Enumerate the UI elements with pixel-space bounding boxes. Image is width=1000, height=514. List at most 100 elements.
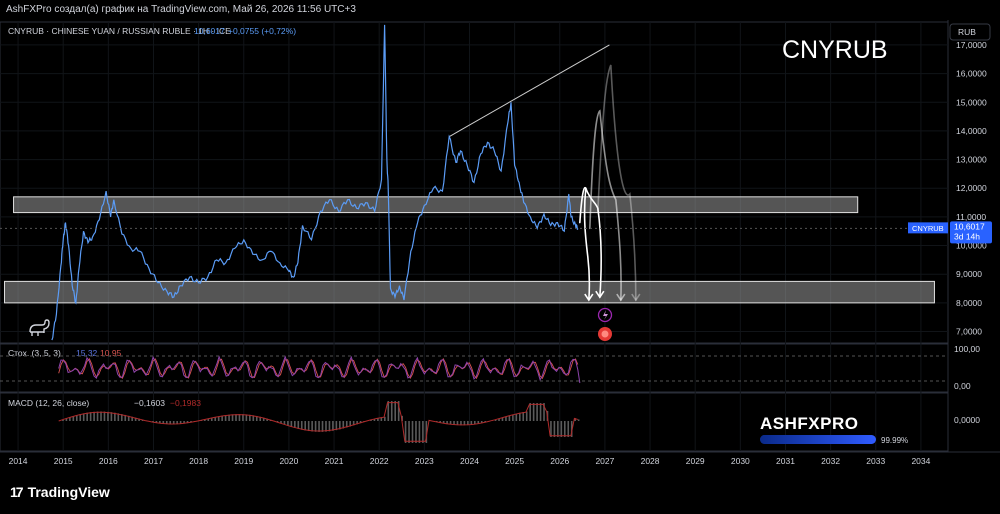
x-tick-label: 2016 [99,456,118,466]
macd-bar [408,421,410,443]
macd-bar [93,411,95,421]
macd-bar [536,403,538,421]
macd-bar [515,413,518,421]
macd-bar [318,421,320,432]
y-tick-label: 13,0000 [956,155,987,165]
macd-bar [89,412,92,421]
macd-bar [394,401,396,421]
macd-bar [311,421,313,432]
macd-bar [100,411,102,421]
y-tick-label: 9,0000 [956,269,982,279]
tradingview-logo-text: TradingView [27,484,110,500]
tradingview-mark-icon: 17 [10,484,24,500]
x-axis-ticks: 2014 2015 2016 2017 2018 2019 2020 2021 2022 2023… [9,456,931,466]
macd-bar [304,421,307,431]
price-tag-value: 10,6017 [954,221,985,231]
currency-button-label: RUB [958,27,976,37]
attribution-text: AshFXPro создал(а) график на TradingView… [6,4,356,15]
macd-label[interactable]: MACD (12, 26, close) [8,398,89,408]
lower-zone [4,280,935,304]
macd-bar [518,412,521,421]
macd-bar [96,411,99,421]
x-tick-label: 2031 [776,456,795,466]
y-tick-label: 8,0000 [956,298,982,308]
footer: 17 TradingView [0,476,1000,514]
x-tick-label: 2026 [550,456,569,466]
y-tick-label: 16,0000 [956,69,987,79]
stoch-axis-top: 100,00 [954,344,980,354]
chart-svg[interactable]: 17,0000 16,0000 15,0000 14,0000 13,0000 12,00… [0,20,1000,476]
x-tick-label: 2023 [415,456,434,466]
x-tick-label: 2033 [866,456,885,466]
lightning-event-icon[interactable] [597,307,613,323]
macd-bar [418,421,421,443]
upper-zone [13,196,859,214]
macd-bar [422,421,424,443]
x-tick-label: 2014 [9,456,28,466]
macd-bar [314,421,317,432]
macd-bar [567,421,570,437]
macd-hist-value: −0,1603 [134,398,165,408]
earnings-event-icon[interactable] [598,327,612,341]
x-tick-label: 2017 [144,456,163,466]
macd-bar [563,421,566,437]
macd-bar [79,414,82,421]
macd-signal-value: −0,1983 [170,398,201,408]
x-tick-label: 2021 [325,456,344,466]
macd-bar [390,401,393,421]
stoch-pane[interactable] [0,343,949,393]
legend-price: 10,6017 [194,26,225,36]
stoch-axis-bottom: 0,00 [954,381,971,391]
macd-bar [103,411,106,421]
y-tick-label: 12,0000 [956,183,987,193]
y-tick-label: 15,0000 [956,97,987,107]
macd-bar [522,412,525,421]
y-axis-ticks: 17,0000 16,0000 15,0000 14,0000 13,0000 12,00… [956,40,987,337]
macd-bar [553,421,556,437]
macd-axis-zero: 0,0000 [954,415,980,425]
macd-bar [86,412,88,421]
macd-bar [560,421,563,437]
y-tick-label: 14,0000 [956,126,987,136]
x-tick-label: 2022 [370,456,389,466]
macd-bar [300,421,303,430]
y-tick-label: 7,0000 [956,327,982,337]
x-tick-label: 2024 [460,456,479,466]
macd-bar [325,421,327,432]
x-tick-label: 2027 [595,456,614,466]
macd-bar [387,401,390,421]
y-tick-label: 17,0000 [956,40,987,50]
macd-bar [525,411,528,421]
x-tick-label: 2018 [189,456,208,466]
x-tick-label: 2025 [505,456,524,466]
x-tick-label: 2029 [686,456,705,466]
brand-name: ASHFXPRO [760,414,858,433]
macd-bar [415,421,417,443]
attribution-bar: AshFXPro создал(а) график на TradingView… [0,0,1000,20]
brand-progress-fill [760,435,876,444]
chart-area[interactable]: 17,0000 16,0000 15,0000 14,0000 13,0000 12,00… [0,20,1000,476]
macd-bar [411,421,414,443]
price-tag-symbol: CNYRUB [912,224,944,233]
x-tick-label: 2020 [279,456,298,466]
brand-progress-text: 99.99% [881,436,908,445]
x-tick-label: 2019 [234,456,253,466]
x-tick-label: 2028 [641,456,660,466]
macd-bar [539,403,542,421]
macd-bar [294,421,296,428]
tradingview-logo[interactable]: 17 TradingView [10,484,110,500]
macd-bar [297,421,300,429]
macd-bar [529,403,531,421]
price-tag-countdown: 3d 14h [954,231,980,241]
currency-button[interactable]: RUB [949,23,991,41]
macd-bar [328,421,331,432]
legend-change: +0,0755 (+0,72%) [228,26,296,36]
macd-bar [557,421,559,437]
macd-bar [532,403,535,421]
stoch-label[interactable]: Стох. (3, 5, 3) [8,348,61,358]
x-tick-label: 2015 [54,456,73,466]
macd-bar [577,419,580,421]
x-tick-label: 2034 [911,456,930,466]
x-tick-label: 2032 [821,456,840,466]
macd-bar [512,414,514,421]
